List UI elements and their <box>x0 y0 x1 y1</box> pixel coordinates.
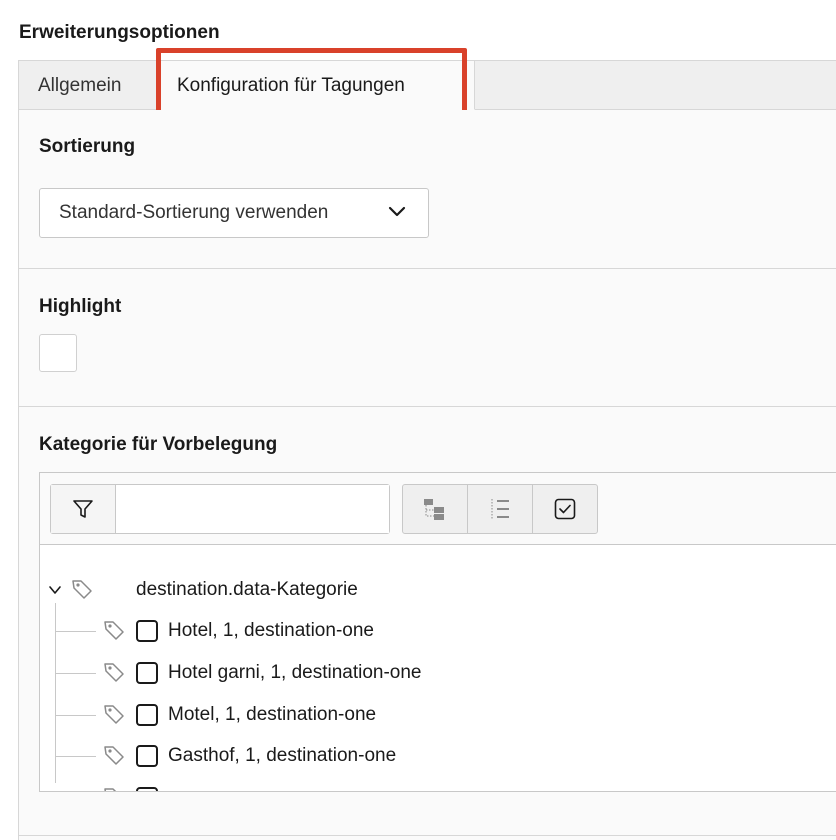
filter-button[interactable] <box>51 485 116 533</box>
highlight-label: Highlight <box>39 296 122 317</box>
sorting-label: Sortierung <box>39 136 136 157</box>
tree-connector <box>56 756 96 757</box>
chevron-down-icon <box>388 206 406 217</box>
tree-item-partial[interactable] <box>40 783 836 791</box>
tag-icon <box>104 746 124 765</box>
tree-connector <box>56 631 96 632</box>
tree-item-label: Gasthof, 1, destination-one <box>168 745 397 766</box>
collapse-tree-button[interactable] <box>468 485 533 533</box>
category-label: Kategorie für Vorbelegung <box>39 434 278 455</box>
tree-item[interactable]: Hotel, 1, destination-one <box>40 616 836 646</box>
sorting-select[interactable]: Standard-Sortierung verwenden <box>39 188 429 238</box>
tree-body: destination.data-Kategorie Hotel, 1, des… <box>40 545 836 791</box>
tag-icon <box>104 621 124 640</box>
tree-toolbar <box>40 473 836 545</box>
expand-tree-button[interactable] <box>403 485 468 533</box>
tree-item-label: Hotel garni, 1, destination-one <box>168 662 422 683</box>
tab-bar: Allgemein Konfiguration für Tagungen <box>18 60 836 110</box>
tree-item-label: Hotel, 1, destination-one <box>168 620 374 641</box>
filter-icon <box>73 500 93 518</box>
tag-icon <box>72 580 92 599</box>
tree-filter <box>50 484 390 534</box>
tree-item[interactable]: Motel, 1, destination-one <box>40 700 836 730</box>
tree-item-label: Motel, 1, destination-one <box>168 704 377 725</box>
chevron-down-icon[interactable] <box>48 583 62 597</box>
tab-konfiguration[interactable]: Konfiguration für Tagungen <box>157 60 475 110</box>
category-tree: destination.data-Kategorie Hotel, 1, des… <box>39 472 836 792</box>
tree-item[interactable]: Hotel garni, 1, destination-one <box>40 658 836 688</box>
filter-input[interactable] <box>117 485 389 533</box>
tree-item[interactable]: Gasthof, 1, destination-one <box>40 741 836 771</box>
divider <box>18 835 836 836</box>
divider <box>19 406 836 407</box>
tab-allgemein[interactable]: Allgemein <box>19 61 140 110</box>
tree-item-checkbox[interactable] <box>136 704 158 726</box>
toggle-selection-icon <box>554 498 576 520</box>
tree-root-label: destination.data-Kategorie <box>136 579 358 600</box>
tab-panel: Sortierung Standard-Sortierung verwenden… <box>18 110 836 840</box>
tree-item-checkbox[interactable] <box>136 745 158 767</box>
tree-item-checkbox[interactable] <box>136 787 158 791</box>
divider <box>19 268 836 269</box>
tree-item-checkbox[interactable] <box>136 662 158 684</box>
tree-button-group <box>402 484 598 534</box>
collapse-tree-icon <box>491 499 509 519</box>
sorting-select-value: Standard-Sortierung verwenden <box>59 202 329 223</box>
tree-root-node[interactable]: destination.data-Kategorie <box>40 575 836 605</box>
toggle-selection-button[interactable] <box>533 485 597 533</box>
section-title: Erweiterungsoptionen <box>19 22 220 43</box>
tag-icon <box>104 788 117 791</box>
tree-item-checkbox[interactable] <box>136 620 158 642</box>
highlight-checkbox[interactable] <box>39 334 77 372</box>
tag-icon <box>104 705 124 724</box>
tree-connector <box>56 673 96 674</box>
tree-connector <box>56 715 96 716</box>
tag-icon <box>104 663 124 682</box>
expand-tree-icon <box>424 499 444 520</box>
